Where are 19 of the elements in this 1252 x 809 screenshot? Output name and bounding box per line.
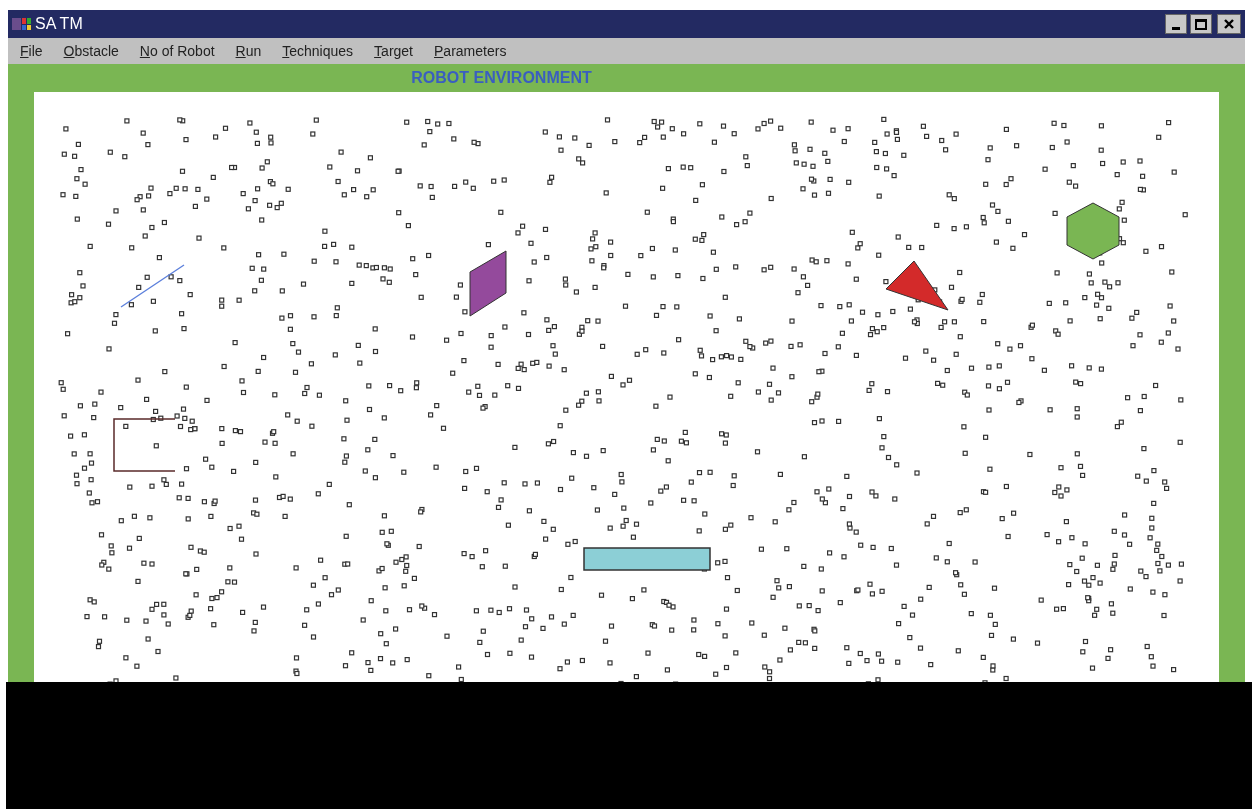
line-obstacle — [120, 264, 185, 308]
menu-item[interactable]: Run — [235, 40, 262, 62]
parallelogram-obstacle — [469, 250, 507, 317]
environment-heading: ROBOT ENVIRONMENT — [411, 68, 593, 88]
menu-item[interactable]: Obstacle — [63, 40, 119, 62]
close-button[interactable] — [1217, 14, 1241, 34]
close-icon — [1224, 19, 1234, 29]
menu-item[interactable]: Techniques — [282, 40, 354, 62]
menu-item[interactable]: Parameters — [434, 40, 507, 62]
minimize-button[interactable] — [1165, 14, 1187, 34]
window-title: SA TM — [35, 14, 83, 34]
hexagon-obstacle — [1066, 202, 1120, 260]
menu-item[interactable]: File — [20, 40, 43, 62]
menu-item[interactable]: No of Robot — [139, 40, 215, 62]
app-icon — [12, 16, 32, 32]
triangle-obstacle — [885, 260, 949, 311]
menu-item[interactable]: Target — [374, 40, 413, 62]
maximize-button[interactable] — [1190, 14, 1212, 34]
bracket-obstacle — [113, 418, 176, 472]
